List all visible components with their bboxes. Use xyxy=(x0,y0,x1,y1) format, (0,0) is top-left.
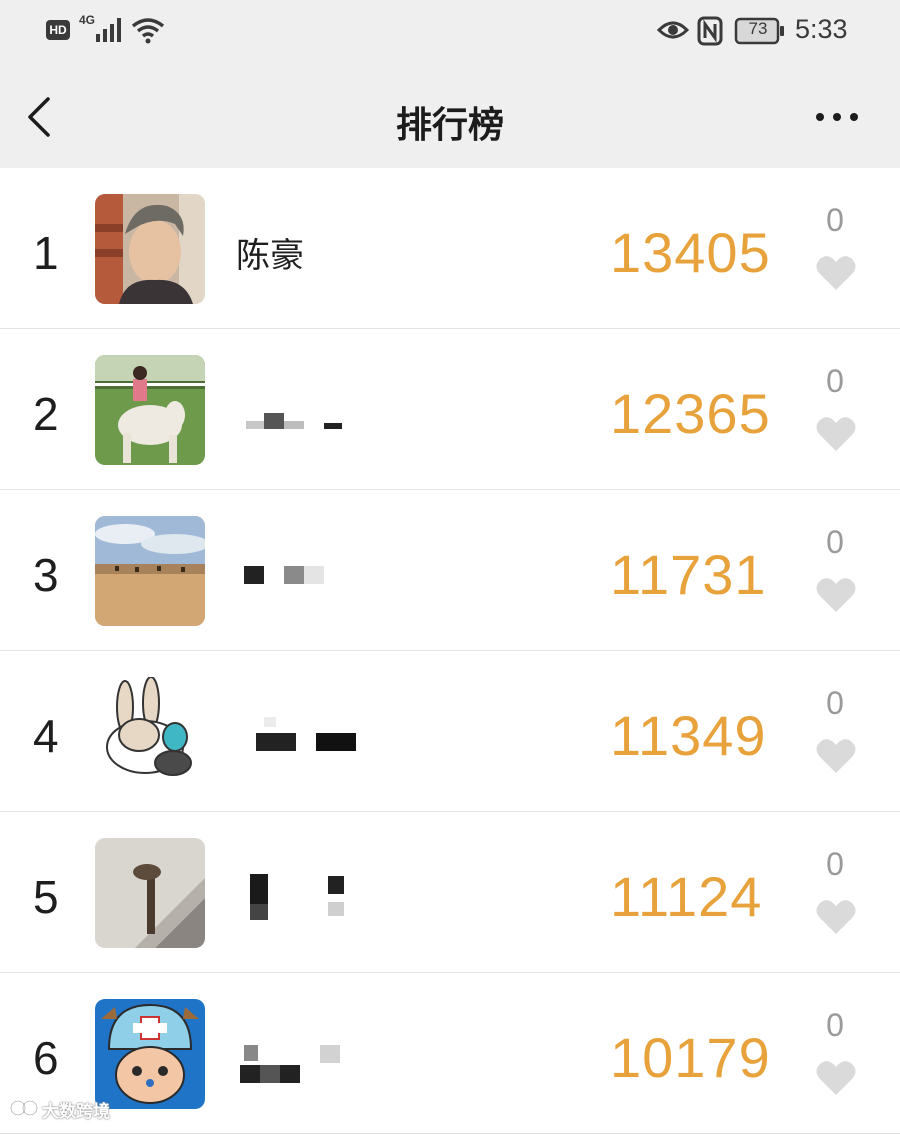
wifi-icon xyxy=(131,18,165,44)
ranking-row[interactable]: 5 11124 0 xyxy=(0,812,900,973)
nfc-icon xyxy=(697,16,723,46)
masked-user-name xyxy=(246,413,342,429)
like-count: 0 xyxy=(826,363,844,399)
page-title: 排行榜 xyxy=(395,105,504,146)
ranking-row[interactable]: 2 12365 0 xyxy=(0,329,900,490)
avatar[interactable] xyxy=(95,677,205,787)
hd-badge: HD xyxy=(46,20,70,40)
step-score: 13405 xyxy=(610,221,771,284)
signal-icon xyxy=(96,18,121,42)
masked-user-name xyxy=(256,717,356,751)
more-horizontal-icon[interactable] xyxy=(812,110,862,124)
nav-bar: 排行榜 xyxy=(0,66,900,168)
step-score: 10179 xyxy=(610,1026,771,1089)
user-name: 陈豪 xyxy=(236,236,304,276)
heart-icon[interactable] xyxy=(815,415,857,453)
ranking-row[interactable]: 4 11349 0 xyxy=(0,651,900,812)
ranking-row[interactable]: 3 11731 0 xyxy=(0,490,900,651)
watermark-logo-icon xyxy=(9,1099,39,1117)
heart-icon[interactable] xyxy=(815,1059,857,1097)
ranking-list: 1 陈豪 13405 0 2 12365 0 3 11731 0 4 11349… xyxy=(0,168,900,1134)
eye-icon xyxy=(657,21,689,39)
avatar[interactable] xyxy=(95,999,205,1109)
rank-number: 5 xyxy=(33,871,59,923)
like-count: 0 xyxy=(826,524,844,560)
rank-number: 6 xyxy=(33,1032,59,1084)
rank-number: 3 xyxy=(33,549,59,601)
step-score: 12365 xyxy=(610,382,771,445)
step-score: 11731 xyxy=(610,543,767,606)
like-count: 0 xyxy=(826,685,844,721)
ranking-row[interactable]: 1 陈豪 13405 0 xyxy=(0,168,900,329)
avatar[interactable] xyxy=(95,838,205,948)
masked-user-name xyxy=(244,566,324,584)
masked-user-name xyxy=(240,1045,340,1083)
heart-icon[interactable] xyxy=(815,898,857,936)
watermark: 大数跨境 xyxy=(42,1102,110,1122)
clock: 5:33 xyxy=(795,14,848,44)
heart-icon[interactable] xyxy=(815,254,857,292)
ranking-row[interactable]: 6 10179 0 xyxy=(0,973,900,1134)
masked-user-name xyxy=(250,874,344,920)
step-score: 11349 xyxy=(610,704,767,767)
heart-icon[interactable] xyxy=(815,737,857,775)
step-score: 11124 xyxy=(610,865,763,928)
like-count: 0 xyxy=(826,1007,844,1043)
avatar[interactable] xyxy=(95,355,205,465)
avatar[interactable] xyxy=(95,194,205,304)
like-count: 0 xyxy=(826,202,844,238)
status-bar: HD 4G 73 5:33 xyxy=(0,0,900,66)
avatar[interactable] xyxy=(95,516,205,626)
rank-number: 2 xyxy=(33,388,59,440)
network-type: 4G xyxy=(79,13,96,27)
rank-number: 1 xyxy=(33,227,59,279)
rank-number: 4 xyxy=(33,710,59,762)
heart-icon[interactable] xyxy=(815,576,857,614)
like-count: 0 xyxy=(826,846,844,882)
battery-level: 73 xyxy=(748,19,768,38)
